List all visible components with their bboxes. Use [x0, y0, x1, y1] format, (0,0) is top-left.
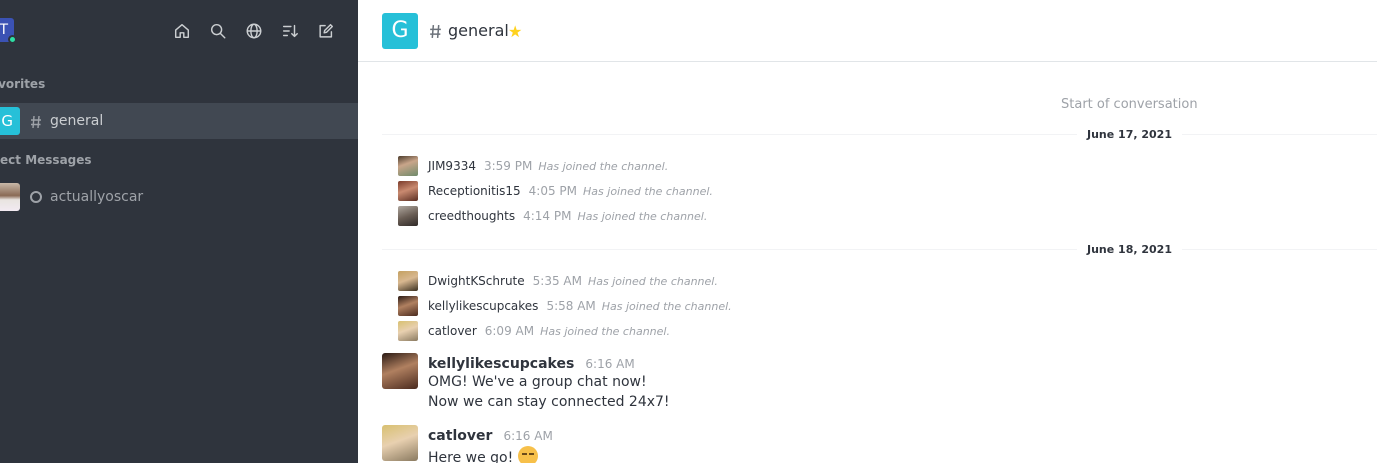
avatar[interactable] [398, 321, 418, 341]
sort-icon[interactable] [280, 20, 300, 42]
avatar[interactable] [382, 353, 418, 389]
sidebar-item-label: actuallyoscar [50, 189, 144, 205]
system-text: Has joined the channel. [577, 209, 708, 223]
timestamp: 6:16 AM [585, 357, 635, 371]
username[interactable]: JIM9334 [428, 159, 476, 173]
channel-avatar: G [0, 107, 20, 135]
room-view: G general ★ Start of conversation June 1… [358, 0, 1377, 463]
avatar[interactable] [398, 156, 418, 176]
star-icon[interactable]: ★ [508, 22, 522, 41]
search-icon[interactable] [208, 20, 228, 42]
unamused-face-icon [517, 446, 538, 463]
system-text: Has joined the channel. [538, 159, 669, 173]
offline-status-icon [30, 191, 42, 203]
username[interactable]: kellylikescupcakes [428, 299, 538, 313]
date-divider-line [382, 134, 1377, 135]
home-icon[interactable] [172, 20, 192, 42]
message-header: kellylikescupcakes 6:16 AM [428, 353, 635, 372]
system-message: JIM9334 3:59 PM Has joined the channel. [398, 156, 668, 176]
room-avatar: G [382, 13, 418, 49]
system-message: creedthoughts 4:14 PM Has joined the cha… [398, 206, 707, 226]
system-message: kellylikescupcakes 5:58 AM Has joined th… [398, 296, 732, 316]
message-text: Here we go! [428, 446, 538, 463]
avatar[interactable] [398, 296, 418, 316]
timestamp: 4:14 PM [523, 209, 572, 223]
chat-message: catlover 6:16 AM Here we go! [382, 425, 1362, 463]
timestamp: 5:58 AM [546, 299, 596, 313]
username[interactable]: Receptionitis15 [428, 184, 521, 198]
sidebar-item-label: general [50, 113, 104, 129]
chat-message: kellylikescupcakes 6:16 AM OMG! We've a … [382, 353, 1362, 415]
sidebar-item-general[interactable]: G general [0, 103, 358, 139]
sidebar-header: T [0, 0, 358, 62]
room-header: G general ★ [358, 0, 1377, 62]
system-message: Receptionitis15 4:05 PM Has joined the c… [398, 181, 713, 201]
avatar[interactable] [398, 206, 418, 226]
globe-icon[interactable] [244, 20, 264, 42]
message-header: catlover 6:16 AM [428, 425, 553, 444]
timestamp: 6:09 AM [484, 324, 535, 338]
system-text: Has joined the channel. [587, 274, 718, 288]
system-text: Has joined the channel. [601, 299, 732, 313]
message-text: Now we can stay connected 24x7! [428, 394, 670, 410]
system-message: catlover 6:09 AM Has joined the channel. [398, 321, 670, 341]
system-text: Has joined the channel. [540, 324, 670, 338]
timestamp: 5:35 AM [532, 274, 582, 288]
hash-icon [429, 24, 442, 43]
hash-icon [30, 114, 42, 129]
date-divider: June 18, 2021 [1077, 243, 1182, 256]
timestamp: 6:16 AM [503, 429, 553, 443]
username[interactable]: DwightKSchrute [428, 274, 525, 288]
avatar[interactable] [382, 425, 418, 461]
avatar[interactable] [398, 271, 418, 291]
online-status-icon [8, 35, 17, 44]
sidebar: T avorites G general irect Me [0, 0, 358, 463]
start-of-conversation: Start of conversation [1061, 97, 1198, 112]
system-text: Has joined the channel. [583, 184, 713, 198]
username[interactable]: catlover [428, 324, 477, 338]
avatar[interactable] [398, 181, 418, 201]
message-text: OMG! We've a group chat now! [428, 374, 647, 390]
direct-messages-section-title: irect Messages [0, 153, 92, 167]
edit-icon[interactable] [316, 20, 336, 42]
sidebar-toolbar [172, 20, 336, 42]
username[interactable]: catlover [428, 428, 492, 444]
room-title[interactable]: general [448, 21, 509, 40]
date-divider-line [382, 249, 1377, 250]
favorites-section-title: avorites [0, 77, 46, 91]
avatar [0, 183, 20, 211]
username[interactable]: creedthoughts [428, 209, 515, 223]
date-divider: June 17, 2021 [1077, 128, 1182, 141]
timestamp: 3:59 PM [483, 159, 533, 173]
username[interactable]: kellylikescupcakes [428, 356, 574, 372]
system-message: DwightKSchrute 5:35 AM Has joined the ch… [398, 271, 718, 291]
timestamp: 4:05 PM [528, 184, 578, 198]
sidebar-item-actuallyoscar[interactable]: actuallyoscar [0, 179, 358, 215]
message-text-content: Here we go! [428, 450, 514, 463]
